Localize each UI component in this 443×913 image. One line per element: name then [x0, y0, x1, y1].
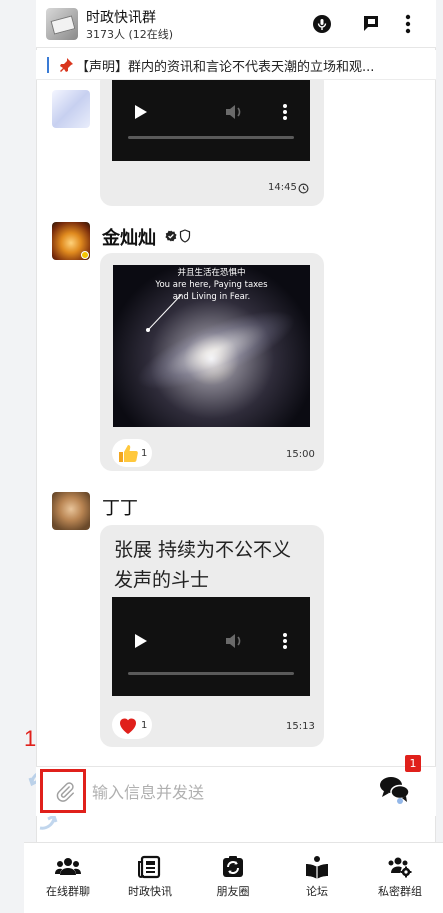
video-message-bubble: 14:45 [100, 80, 324, 206]
user-avatar[interactable] [52, 492, 90, 530]
news-icon [138, 855, 161, 879]
nav-item-online-chat[interactable]: 在线群聊 [26, 855, 110, 905]
message-time: 15:13 [286, 721, 315, 732]
video-player[interactable] [112, 597, 310, 696]
group-member-count: 3173人 (12在线) [86, 28, 174, 41]
message-text: 张展 持续为不公不义发声的斗士 [114, 539, 292, 591]
pointer-line [146, 294, 182, 332]
podcast-icon[interactable] [310, 12, 334, 36]
video-progress-track[interactable] [128, 672, 294, 675]
nav-label: 论坛 [306, 885, 328, 898]
notice-accent-bar [47, 57, 49, 73]
app-root: 时政快讯群 3173人 (12在线) 【声明】群内的资讯和言论不代表天潮的立场和… [0, 0, 443, 913]
nav-item-private-group[interactable]: 私密群组 [358, 855, 442, 905]
pinned-notice[interactable]: 【声明】群内的资讯和言论不代表天潮的立场和观... [36, 50, 436, 80]
chat-header: 时政快讯群 3173人 (12在线) [36, 0, 436, 48]
video-more-icon[interactable] [282, 632, 288, 650]
heart-icon [120, 718, 136, 734]
pin-icon [58, 57, 74, 73]
reaction-chip[interactable]: 1 [112, 439, 152, 467]
paperclip-icon[interactable] [54, 781, 76, 803]
private-group-icon [388, 857, 412, 878]
thumbs-up-icon [119, 445, 138, 462]
clock-icon [298, 183, 309, 194]
message-list[interactable]: 14:45 金灿灿 并且生活在恐惧中 You are here, Paying … [36, 80, 436, 760]
image-caption-line: 并且生活在恐惧中 [177, 268, 246, 278]
play-icon[interactable] [134, 104, 148, 120]
volume-icon[interactable] [224, 633, 244, 649]
user-avatar[interactable] [52, 222, 90, 260]
attach-button[interactable] [40, 769, 86, 813]
verified-icon [165, 230, 177, 242]
message-input-bar: 1 [36, 755, 436, 816]
nav-label: 私密群组 [378, 885, 422, 898]
message-input[interactable] [92, 779, 352, 805]
volume-icon[interactable] [224, 104, 244, 120]
sender-name[interactable]: 金灿灿 [102, 224, 156, 250]
image-message-bubble: 并且生活在恐惧中 You are here, Paying taxes and … [100, 253, 324, 471]
online-dot [81, 251, 89, 259]
annotation-label: 1 [24, 726, 37, 751]
flag-icon[interactable] [359, 12, 383, 36]
nav-label: 时政快讯 [128, 885, 172, 898]
sender-name[interactable]: 丁丁 [102, 494, 138, 520]
message-time: 15:00 [286, 449, 315, 460]
video-progress-track[interactable] [128, 136, 294, 139]
text-video-message-bubble: 张展 持续为不公不义发声的斗士 1 15:13 [100, 525, 324, 747]
forum-icon [306, 856, 328, 879]
bottom-nav: 在线群聊 时政快讯 朋友圈 论坛 私密群组 [24, 842, 443, 913]
more-vert-icon[interactable] [396, 12, 420, 36]
group-avatar[interactable] [46, 8, 78, 40]
user-avatar[interactable] [52, 90, 90, 128]
video-player[interactable] [112, 80, 310, 161]
play-icon[interactable] [134, 633, 148, 649]
group-title[interactable]: 时政快讯群 [86, 7, 156, 27]
notice-text: 【声明】群内的资讯和言论不代表天潮的立场和观... [76, 60, 375, 75]
moments-icon [223, 856, 243, 877]
shield-icon [179, 229, 191, 243]
reaction-chip[interactable]: 1 [112, 711, 152, 739]
unread-badge: 1 [405, 755, 421, 772]
nav-item-forum[interactable]: 论坛 [275, 855, 359, 905]
nav-label: 在线群聊 [46, 885, 90, 898]
nav-label: 朋友圈 [216, 885, 250, 898]
video-more-icon[interactable] [282, 103, 288, 121]
message-time: 14:45 [268, 182, 297, 193]
chat-bubbles-icon[interactable] [378, 773, 412, 807]
galaxy-image[interactable]: 并且生活在恐惧中 You are here, Paying taxes and … [113, 265, 310, 427]
image-caption-line: You are here, Paying taxes [155, 280, 268, 290]
reaction-count: 1 [141, 720, 148, 731]
nav-item-news[interactable]: 时政快讯 [108, 855, 192, 905]
group-icon [55, 858, 81, 875]
nav-item-moments[interactable]: 朋友圈 [191, 855, 275, 905]
reaction-count: 1 [141, 448, 148, 459]
